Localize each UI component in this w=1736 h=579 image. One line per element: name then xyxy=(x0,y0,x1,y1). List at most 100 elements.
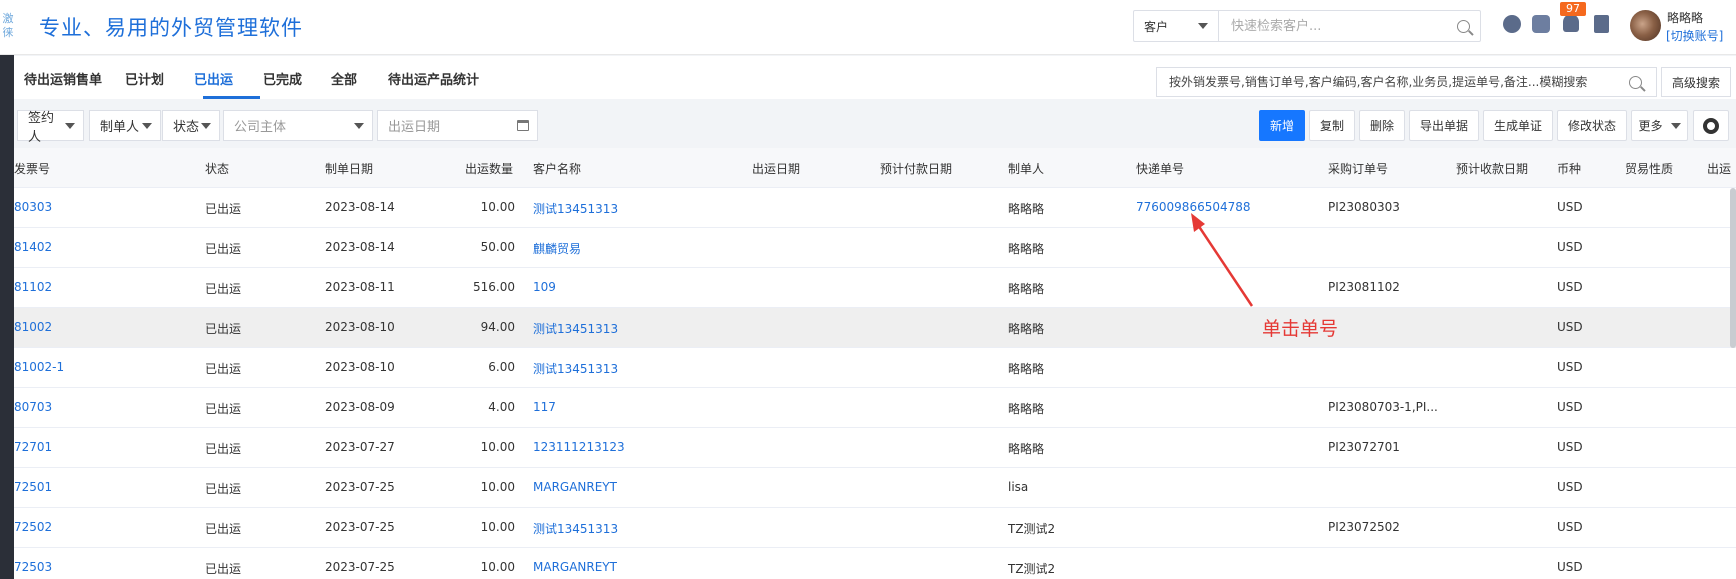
status-filter[interactable]: 状态 xyxy=(162,110,220,141)
tab-completed[interactable]: 已完成 xyxy=(263,69,302,88)
customer-link[interactable]: 117 xyxy=(533,400,556,414)
col-customer[interactable]: 客户名称 xyxy=(533,160,581,177)
table-row[interactable]: 72503 已出运 2023-07-25 10.00 MARGANREYT TZ测试2 US… xyxy=(14,548,1736,579)
invoice-link[interactable]: 81002-1 xyxy=(14,360,64,374)
company-filter[interactable]: 公司主体 xyxy=(223,110,373,141)
invoice-link[interactable]: 72701 xyxy=(14,440,52,454)
chevron-down-icon xyxy=(354,122,364,129)
tab-pending-product-stats[interactable]: 待出运产品统计 xyxy=(388,69,479,88)
col-expected-receive-date[interactable]: 预计收款日期 xyxy=(1456,160,1528,177)
col-expected-pay-date[interactable]: 预计付款日期 xyxy=(880,160,952,177)
invoice-link[interactable]: 72502 xyxy=(14,520,52,534)
left-sidebar-edge xyxy=(0,55,14,579)
table-row[interactable]: 72502 已出运 2023-07-25 10.00 测试13451313 TZ测试2 PI… xyxy=(14,508,1736,548)
create-date-cell: 2023-07-25 xyxy=(325,520,395,534)
table-row[interactable]: 81002-1 已出运 2023-08-10 6.00 测试13451313 略略略 USD xyxy=(14,348,1736,388)
creator-cell: 略略略 xyxy=(1008,442,1045,456)
express-no-link[interactable]: 776009866504788 xyxy=(1136,200,1251,214)
status-filter-label: 状态 xyxy=(173,120,200,135)
advanced-search-button[interactable]: 高级搜索 xyxy=(1661,67,1731,97)
avatar[interactable] xyxy=(1630,10,1661,41)
delete-button[interactable]: 删除 xyxy=(1359,110,1405,141)
customer-link[interactable]: MARGANREYT xyxy=(533,480,617,494)
switch-account-link[interactable]: [切换账号] xyxy=(1666,27,1723,44)
app-logo[interactable]: 激 徕 xyxy=(0,12,16,40)
creator-filter[interactable]: 制单人 xyxy=(89,110,161,141)
more-button[interactable]: 更多 xyxy=(1631,110,1688,141)
search-icon[interactable] xyxy=(1629,75,1642,89)
invoice-link[interactable]: 80303 xyxy=(14,200,52,214)
settings-button[interactable] xyxy=(1693,110,1729,141)
chat-icon[interactable] xyxy=(1503,15,1521,33)
col-currency[interactable]: 币种 xyxy=(1557,160,1581,177)
po-no-cell: PI23080703-1,PI... xyxy=(1328,400,1438,414)
tab-pending-sales[interactable]: 待出运销售单 xyxy=(24,69,102,88)
col-po-no[interactable]: 采购订单号 xyxy=(1328,160,1388,177)
col-create-date[interactable]: 制单日期 xyxy=(325,160,373,177)
customer-link[interactable]: 测试13451313 xyxy=(533,320,618,337)
ship-qty-cell: 94.00 xyxy=(480,320,515,334)
ship-date-placeholder: 出运日期 xyxy=(388,120,441,135)
generate-voucher-button[interactable]: 生成单证 xyxy=(1483,110,1553,141)
company-filter-placeholder: 公司主体 xyxy=(234,120,287,135)
signer-filter-label: 签约人 xyxy=(28,110,55,145)
customer-link[interactable]: 测试13451313 xyxy=(533,360,618,377)
chevron-down-icon xyxy=(1670,122,1681,129)
col-creator[interactable]: 制单人 xyxy=(1008,160,1044,177)
table-scrollbar[interactable] xyxy=(1730,188,1736,348)
invoice-link[interactable]: 72503 xyxy=(14,560,52,574)
customer-link[interactable]: 测试13451313 xyxy=(533,200,618,217)
ship-date-filter[interactable]: 出运日期 xyxy=(377,110,538,141)
col-ship-date[interactable]: 出运日期 xyxy=(752,160,800,177)
table-row[interactable]: 80303 已出运 2023-08-14 10.00 测试13451313 略略略 7760… xyxy=(14,188,1736,228)
shipment-table: 发票号 状态 制单日期 出运数量 客户名称 出运日期 预计付款日期 制单人 快递… xyxy=(14,148,1736,579)
signer-filter[interactable]: 签约人 xyxy=(17,110,84,145)
tab-shipped[interactable]: 已出运 xyxy=(194,69,233,88)
export-button[interactable]: 导出单据 xyxy=(1409,110,1479,141)
link-icon[interactable] xyxy=(1532,15,1550,33)
invoice-link[interactable]: 81402 xyxy=(14,240,52,254)
customer-link[interactable]: 麒麟贸易 xyxy=(533,240,581,257)
po-no-cell: PI23081102 xyxy=(1328,280,1400,294)
tab-all[interactable]: 全部 xyxy=(331,69,357,88)
customer-link[interactable]: 123111213123 xyxy=(533,440,625,454)
table-row[interactable]: 72701 已出运 2023-07-27 10.00 123111213123 略略略 PI… xyxy=(14,428,1736,468)
table-row[interactable]: 80703 已出运 2023-08-09 4.00 117 略略略 PI23080703-1… xyxy=(14,388,1736,428)
customer-link[interactable]: MARGANREYT xyxy=(533,560,617,574)
quick-search-input[interactable] xyxy=(1219,11,1446,41)
col-express-no[interactable]: 快递单号 xyxy=(1136,160,1184,177)
modify-status-button[interactable]: 修改状态 xyxy=(1557,110,1627,141)
clipboard-icon[interactable] xyxy=(1594,15,1609,33)
po-no-cell: PI23080303 xyxy=(1328,200,1400,214)
col-ship-qty[interactable]: 出运数量 xyxy=(465,160,513,177)
status-cell: 已出运 xyxy=(205,322,242,336)
create-date-cell: 2023-07-25 xyxy=(325,560,395,574)
invoice-link[interactable]: 72501 xyxy=(14,480,52,494)
new-button[interactable]: 新增 xyxy=(1259,110,1305,141)
fuzzy-search-input[interactable] xyxy=(1157,75,1629,89)
col-invoice[interactable]: 发票号 xyxy=(14,160,50,177)
invoice-link[interactable]: 81002 xyxy=(14,320,52,334)
customer-link[interactable]: 109 xyxy=(533,280,556,294)
ship-qty-cell: 10.00 xyxy=(480,560,515,574)
invoice-link[interactable]: 81102 xyxy=(14,280,52,294)
table-row[interactable]: 81102 已出运 2023-08-11 516.00 109 略略略 PI23081102… xyxy=(14,268,1736,308)
gear-icon xyxy=(1703,117,1719,134)
col-trade-type[interactable]: 贸易性质 xyxy=(1625,160,1673,177)
col-ship-extra[interactable]: 出运 xyxy=(1707,160,1731,177)
chevron-down-icon xyxy=(201,122,211,129)
table-row[interactable]: 81402 已出运 2023-08-14 50.00 麒麟贸易 略略略 USD xyxy=(14,228,1736,268)
copy-button[interactable]: 复制 xyxy=(1309,110,1355,141)
currency-cell: USD xyxy=(1557,240,1583,254)
search-scope-select[interactable]: 客户 xyxy=(1134,11,1219,41)
table-row[interactable]: 72501 已出运 2023-07-25 10.00 MARGANREYT lisa USD xyxy=(14,468,1736,508)
col-status[interactable]: 状态 xyxy=(205,160,229,177)
tab-planned[interactable]: 已计划 xyxy=(125,69,164,88)
table-row[interactable]: 81002 已出运 2023-08-10 94.00 测试13451313 略略略 USD xyxy=(14,308,1736,348)
more-button-label: 更多 xyxy=(1638,119,1663,133)
search-button[interactable] xyxy=(1446,11,1480,41)
status-cell: 已出运 xyxy=(205,242,242,256)
customer-link[interactable]: 测试13451313 xyxy=(533,520,618,537)
invoice-link[interactable]: 80703 xyxy=(14,400,52,414)
bell-icon[interactable] xyxy=(1563,14,1579,32)
